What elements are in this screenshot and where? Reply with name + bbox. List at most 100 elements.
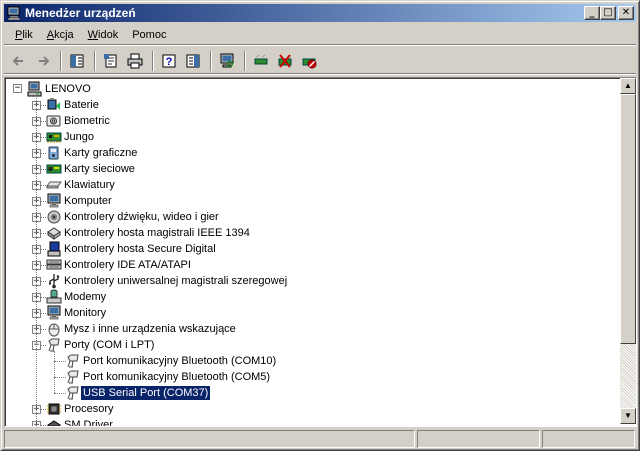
back-button[interactable] (8, 50, 30, 72)
help-button[interactable]: ? (158, 50, 180, 72)
tree-node-label: Kontrolery dźwięku, wideo i gier (64, 211, 219, 223)
tree-node-label: Kontrolery hosta Secure Digital (64, 243, 216, 255)
tree-category-4[interactable]: Karty sieciowe (46, 161, 137, 177)
ide-icon (46, 257, 62, 273)
tree-category-11[interactable]: Kontrolery uniwersalnej magistrali szere… (46, 273, 289, 289)
tree-category-16[interactable]: Procesory (46, 401, 116, 417)
tree-category-2[interactable]: Jungo (46, 129, 96, 145)
menu-akcja[interactable]: Akcja (40, 29, 81, 41)
board-icon (46, 129, 62, 145)
tree-node-label: Kontrolery uniwersalnej magistrali szere… (64, 275, 288, 287)
tree-category-17[interactable]: SM Driver (46, 417, 115, 426)
tree-node-label: Baterie (64, 99, 99, 111)
tree-category-14[interactable]: Mysz i inne urządzenia wskazujące (46, 321, 238, 337)
device-manager-window: Menedżer urządzeń _ □ ✕ Plik Akcja Widok Po… (0, 0, 640, 451)
modem-icon (46, 289, 62, 305)
tree-node-label: Port komunikacyjny Bluetooth (COM10) (83, 355, 277, 367)
disable-button[interactable] (298, 50, 320, 72)
tree-category-10[interactable]: Kontrolery IDE ATA/ATAPI (46, 257, 193, 273)
console-tree-icon (69, 53, 85, 69)
vertical-scrollbar[interactable]: ▲ ▼ (620, 78, 636, 424)
tree-category-0[interactable]: Baterie (46, 97, 101, 113)
computer-icon (27, 81, 43, 97)
title-bar[interactable]: Menedżer urządzeń _ □ ✕ (4, 4, 636, 22)
menu-widok[interactable]: Widok (81, 29, 126, 41)
tree-category-7[interactable]: Kontrolery dźwięku, wideo i gier (46, 209, 221, 225)
toolbar-separator (60, 50, 62, 71)
tree-category-15[interactable]: Porty (COM i LPT) (46, 337, 156, 353)
scroll-down-button[interactable]: ▼ (620, 408, 636, 424)
scan-hardware-button[interactable] (216, 50, 238, 72)
device-tree[interactable]: − LENOVO + Baterie + Biometric + Jungo + Karty gr… (7, 80, 619, 426)
close-button[interactable]: ✕ (618, 6, 634, 20)
tree-connector (36, 94, 37, 426)
menu-pomoc[interactable]: Pomoc (125, 29, 173, 41)
tree-device-1[interactable]: Port komunikacyjny Bluetooth (COM5) (65, 369, 272, 385)
arrow-left-icon (11, 53, 27, 69)
show-hide-console-tree-button[interactable] (66, 50, 88, 72)
scroll-thumb[interactable] (620, 94, 636, 344)
status-bar (4, 430, 637, 449)
printer-icon (127, 53, 143, 69)
tree-device-2[interactable]: USB Serial Port (COM37) (65, 385, 212, 401)
minimize-button[interactable]: _ (584, 6, 600, 20)
status-pane-2 (416, 430, 541, 448)
tree-category-13[interactable]: Monitory (46, 305, 108, 321)
tree-connector (54, 351, 55, 393)
tree-category-5[interactable]: Klawiatury (46, 177, 117, 193)
forward-button[interactable] (32, 50, 54, 72)
update-driver-button[interactable] (250, 50, 272, 72)
tree-node-label: SM Driver (64, 419, 113, 426)
tree-node-label: Mysz i inne urządzenia wskazujące (64, 323, 236, 335)
action-pane-icon (185, 53, 201, 69)
tree-node-label: Karty sieciowe (64, 163, 135, 175)
tree-node-label: Monitory (64, 307, 107, 319)
monitor-icon (46, 305, 62, 321)
keyboard-icon (46, 177, 62, 193)
uninstall-button[interactable] (274, 50, 296, 72)
display-adapter-icon (46, 145, 62, 161)
speaker-icon (46, 209, 62, 225)
sd-host-icon (46, 241, 62, 257)
tree-node-label: LENOVO (45, 83, 91, 95)
tree-category-6[interactable]: Komputer (46, 193, 114, 209)
tree-device-0[interactable]: Port komunikacyjny Bluetooth (COM10) (65, 353, 278, 369)
tree-category-8[interactable]: Kontrolery hosta magistrali IEEE 1394 (46, 225, 252, 241)
arrow-right-icon (35, 53, 51, 69)
tree-category-1[interactable]: Biometric (46, 113, 112, 129)
show-hide-action-pane-button[interactable] (182, 50, 204, 72)
properties-button[interactable] (100, 50, 122, 72)
network-card-icon (46, 161, 62, 177)
uninstall-icon (277, 53, 293, 69)
tree-node-label: Porty (COM i LPT) (64, 339, 155, 351)
properties-icon (103, 53, 119, 69)
chip-icon (46, 417, 62, 426)
tree-node-label: Karty graficzne (64, 147, 138, 159)
print-button[interactable] (124, 50, 146, 72)
tree-category-3[interactable]: Karty graficzne (46, 145, 139, 161)
port-icon (65, 369, 81, 385)
help-icon: ? (161, 53, 177, 69)
tree-category-9[interactable]: Kontrolery hosta Secure Digital (46, 241, 218, 257)
device-manager-icon (6, 5, 22, 21)
window-title: Menedżer urządzeń (25, 6, 136, 20)
toolbar-separator (210, 50, 212, 71)
collapse-toggle[interactable]: − (13, 84, 22, 93)
tree-node-label: Port komunikacyjny Bluetooth (COM5) (83, 371, 271, 383)
monitor-scan-icon (219, 53, 235, 69)
status-pane-3 (542, 430, 635, 448)
scroll-up-button[interactable]: ▲ (620, 78, 636, 94)
port-icon (65, 353, 81, 369)
tree-node-label: USB Serial Port (COM37) (79, 385, 212, 401)
tree-node-label: Jungo (64, 131, 94, 143)
toolbar-separator (94, 50, 96, 71)
menu-plik[interactable]: Plik (8, 29, 40, 41)
tree-node-label: Komputer (64, 195, 112, 207)
maximize-button[interactable]: □ (600, 6, 616, 20)
update-driver-icon (253, 53, 269, 69)
tree-category-12[interactable]: Modemy (46, 289, 108, 305)
menu-bar: Plik Akcja Widok Pomoc (4, 25, 636, 45)
svg-text:?: ? (166, 56, 173, 68)
mouse-icon (46, 321, 62, 337)
port-icon (65, 385, 81, 401)
